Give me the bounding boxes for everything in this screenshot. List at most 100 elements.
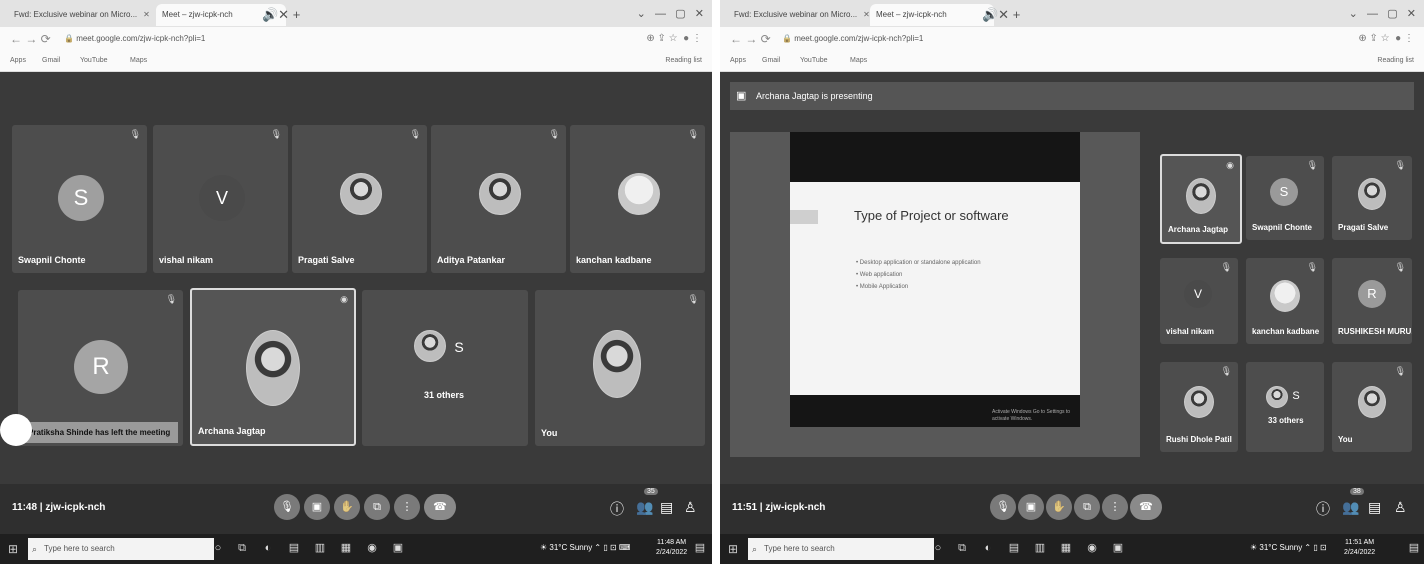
raise-hand-button[interactable]: ✋: [1046, 494, 1072, 520]
window-controls[interactable]: ⌄ — ▢ ✕: [637, 4, 704, 24]
cortana-icon[interactable]: ○: [932, 541, 944, 555]
participant-tile[interactable]: 🎙 S Swapnil Chonte: [1246, 156, 1324, 240]
avatar: S: [1270, 178, 1298, 206]
windows-start-icon[interactable]: ⊞: [728, 542, 738, 556]
participant-tile[interactable]: 🎙 V vishal nikam: [1160, 258, 1238, 344]
present-button[interactable]: ⧉: [364, 494, 390, 520]
edge-icon[interactable]: ◐: [982, 541, 994, 555]
windows-start-icon[interactable]: ⊞: [8, 542, 18, 556]
participant-tile-others[interactable]: S 33 others: [1246, 362, 1324, 452]
participant-tile[interactable]: 🎙 kanchan kadbane: [570, 125, 705, 273]
present-screen-icon: ▣: [736, 90, 747, 102]
notifications-icon[interactable]: ▤: [694, 541, 706, 555]
participant-tile-others[interactable]: S 31 others: [362, 290, 528, 446]
participant-tile[interactable]: 🎙 Rushi Dhole Patil: [1160, 362, 1238, 452]
url-field[interactable]: 🔒 meet.google.com/zjw-icpk-nch?pli=1: [64, 30, 205, 48]
end-call-button[interactable]: ☎: [1130, 494, 1162, 520]
present-button[interactable]: ⧉: [1074, 494, 1100, 520]
participant-tile[interactable]: 🎙 Pragati Salve: [292, 125, 427, 273]
bookmark-youtube[interactable]: YouTube: [800, 54, 828, 68]
presenting-banner: ▣ Archana Jagtap is presenting: [730, 82, 1414, 110]
taskbar-search[interactable]: ⌕ Type here to search: [748, 538, 934, 560]
taskbar-clock[interactable]: 11:48 AM 2/24/2022: [656, 538, 687, 558]
browser-tab-active[interactable]: Meet – zjw-icpk-nch: [870, 4, 994, 26]
address-actions[interactable]: ⊕ ⇪ ☆ ● ⋮: [646, 30, 702, 48]
store-icon[interactable]: ▤: [288, 541, 300, 555]
chrome-icon[interactable]: ◉: [366, 541, 378, 555]
participant-tile-active-speaker[interactable]: ◉ Archana Jagtap: [190, 288, 356, 446]
files-icon[interactable]: ▥: [1034, 541, 1046, 555]
participant-tile[interactable]: 🎙 S Swapnil Chonte: [12, 125, 147, 273]
participant-tile[interactable]: 🎙 Pragati Salve: [1332, 156, 1412, 240]
files-icon[interactable]: ▥: [314, 541, 326, 555]
mic-button[interactable]: 🎙: [274, 494, 300, 520]
taskbar-search[interactable]: ⌕ Type here to search: [28, 538, 214, 560]
participants-icon[interactable]: 👥: [636, 499, 653, 516]
close-icon[interactable]: ✕: [863, 10, 870, 19]
participant-name: You: [1338, 435, 1353, 444]
raise-hand-button[interactable]: ✋: [334, 494, 360, 520]
participant-name: Archana Jagtap: [1168, 225, 1229, 234]
participant-tile[interactable]: 🎙 V vishal nikam: [153, 125, 288, 273]
participants-icon[interactable]: 👥: [1342, 499, 1359, 516]
new-tab-icon[interactable]: 🔊✕ +: [262, 4, 300, 26]
app-icon[interactable]: ▣: [1112, 541, 1124, 555]
participant-tile[interactable]: 🎙 kanchan kadbane: [1246, 258, 1324, 344]
weather-widget[interactable]: ☀ 31°C Sunny ⌃ ▯ ⊡: [1250, 543, 1327, 552]
windows-taskbar: ⊞ ⌕ Type here to search ○ ⧉ ◐ ▤ ▥ ▦ ◉ ▣ ☀…: [720, 534, 1424, 564]
bookmark-gmail[interactable]: Gmail: [762, 54, 780, 68]
participant-tile-self[interactable]: 🎙 You: [535, 290, 705, 446]
more-options-button[interactable]: ⋮: [1102, 494, 1128, 520]
presentation-stage[interactable]: Type of Project or software • Desktop ap…: [730, 132, 1140, 457]
slide-bullet: • Mobile Application: [856, 284, 909, 290]
mic-button[interactable]: 🎙: [990, 494, 1016, 520]
presentation-slide: Type of Project or software • Desktop ap…: [790, 182, 1080, 427]
chat-icon[interactable]: ▤: [1368, 499, 1381, 516]
explorer-icon[interactable]: ▦: [1060, 541, 1072, 555]
close-icon[interactable]: ✕: [143, 10, 150, 19]
browser-tab[interactable]: Fwd: Exclusive webinar on Micro... ✕: [8, 4, 160, 26]
explorer-icon[interactable]: ▦: [340, 541, 352, 555]
nav-buttons[interactable]: ← → ⟳: [730, 29, 771, 49]
edge-icon[interactable]: ◐: [262, 541, 274, 555]
bookmark-apps[interactable]: Apps: [10, 54, 26, 68]
task-view-icon[interactable]: ⧉: [956, 541, 968, 555]
browser-tab[interactable]: Fwd: Exclusive webinar on Micro... ✕: [728, 4, 876, 26]
store-icon[interactable]: ▤: [1008, 541, 1020, 555]
bookmark-youtube[interactable]: YouTube: [80, 54, 108, 68]
reading-list[interactable]: Reading list: [1377, 54, 1414, 68]
app-icon[interactable]: ▣: [392, 541, 404, 555]
mic-off-icon: 🎙: [1306, 262, 1318, 272]
taskbar-clock[interactable]: 11:51 AM 2/24/2022: [1344, 538, 1375, 558]
more-options-button[interactable]: ⋮: [394, 494, 420, 520]
bookmark-apps[interactable]: Apps: [730, 54, 746, 68]
participant-tile[interactable]: 🎙 R RUSHIKESH MURU...: [1332, 258, 1412, 344]
bookmark-maps[interactable]: Maps: [130, 54, 147, 68]
activities-icon[interactable]: ♙: [1394, 499, 1407, 516]
activities-icon[interactable]: ♙: [684, 499, 697, 516]
camera-button[interactable]: ▣: [304, 494, 330, 520]
info-icon[interactable]: ⓘ: [610, 499, 624, 519]
cortana-icon[interactable]: ○: [212, 541, 224, 555]
end-call-button[interactable]: ☎: [424, 494, 456, 520]
reading-list[interactable]: Reading list: [665, 54, 702, 68]
chat-icon[interactable]: ▤: [660, 499, 673, 516]
bookmark-gmail[interactable]: Gmail: [42, 54, 60, 68]
task-view-icon[interactable]: ⧉: [236, 541, 248, 555]
nav-buttons[interactable]: ← → ⟳: [10, 29, 51, 49]
chrome-icon[interactable]: ◉: [1086, 541, 1098, 555]
participant-tile-active-speaker[interactable]: ◉ Archana Jagtap: [1160, 154, 1242, 244]
weather-widget[interactable]: ☀ 31°C Sunny ⌃ ▯ ⊡ ⌨: [540, 543, 630, 552]
bookmark-maps[interactable]: Maps: [850, 54, 867, 68]
window-controls[interactable]: ⌄ — ▢ ✕: [1349, 4, 1416, 24]
info-icon[interactable]: ⓘ: [1316, 499, 1330, 519]
participant-name: Rushi Dhole Patil: [1166, 435, 1232, 444]
participant-tile[interactable]: 🎙 Aditya Patankar: [431, 125, 566, 273]
notifications-icon[interactable]: ▤: [1408, 541, 1420, 555]
url-field[interactable]: 🔒 meet.google.com/zjw-icpk-nch?pli=1: [782, 30, 923, 48]
camera-button[interactable]: ▣: [1018, 494, 1044, 520]
new-tab-icon[interactable]: 🔊✕ +: [982, 4, 1020, 26]
mic-off-icon: 🎙: [129, 129, 141, 139]
participant-tile-self[interactable]: 🎙 You: [1332, 362, 1412, 452]
address-actions[interactable]: ⊕ ⇪ ☆ ● ⋮: [1358, 30, 1414, 48]
